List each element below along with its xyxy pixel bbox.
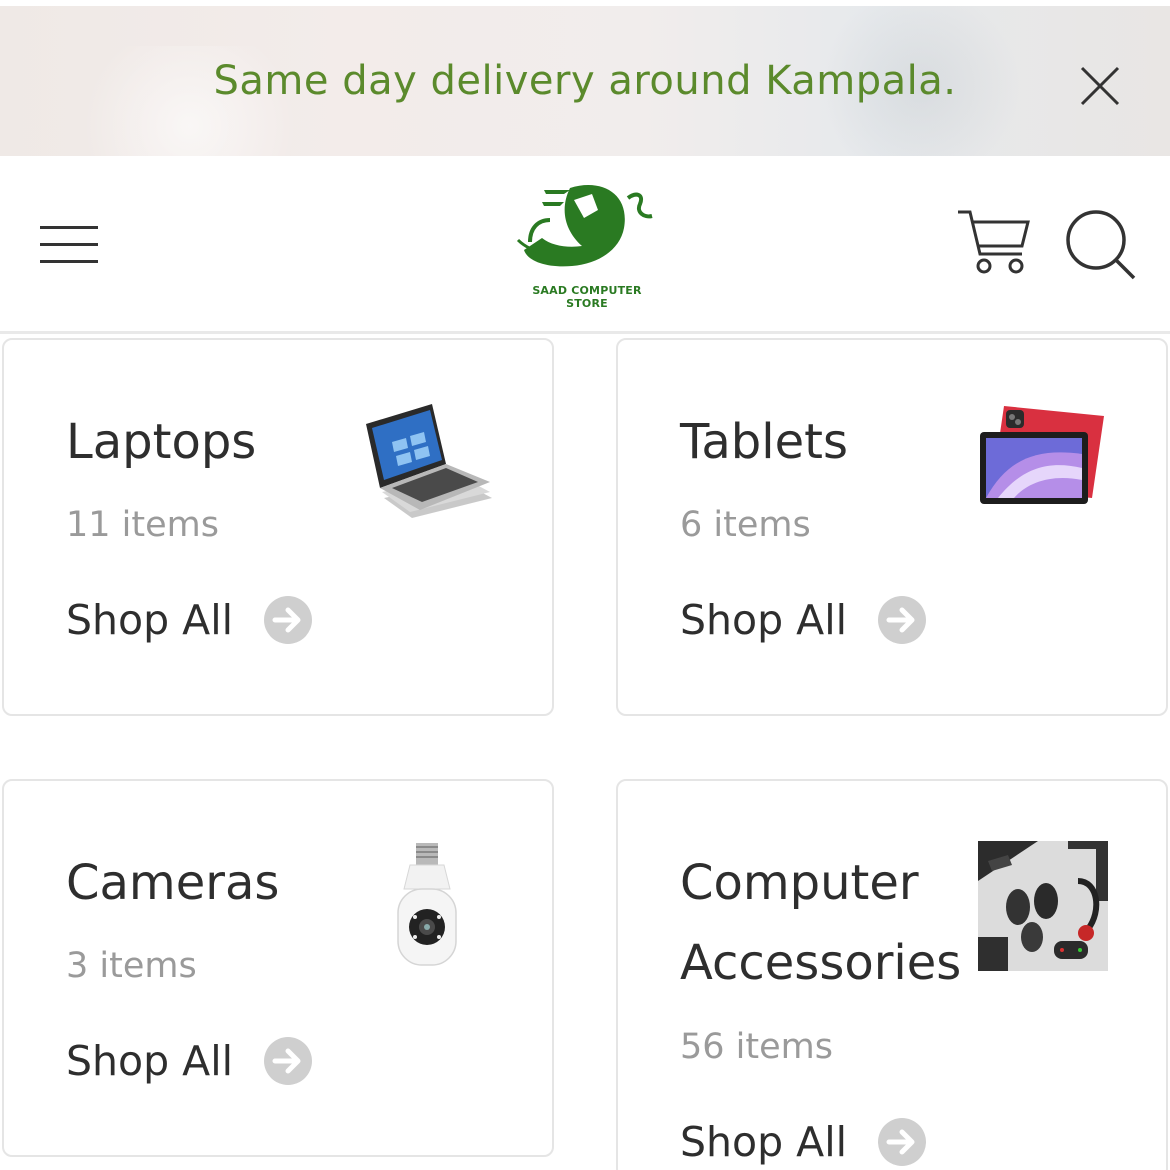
category-count: 3 items [66, 946, 197, 986]
shop-all-label: Shop All [680, 596, 847, 644]
shop-all-link[interactable]: Shop All [680, 1117, 927, 1167]
category-card-computer-accessories[interactable]: Computer Accessories 56 items Shop All [616, 779, 1168, 1170]
arrow-right-icon [877, 1118, 926, 1166]
shop-all-label: Shop All [680, 1118, 847, 1166]
logo-text: SAAD COMPUTER STORE [532, 284, 642, 310]
category-title: Cameras [66, 855, 280, 911]
category-title-line2: Accessories [680, 935, 962, 991]
menu-icon[interactable] [38, 222, 100, 268]
category-card-tablets[interactable]: Tablets 6 items Shop All [616, 338, 1168, 716]
shop-all-link[interactable]: Shop All [66, 1036, 313, 1086]
close-icon[interactable] [1078, 64, 1122, 108]
arrow-right-icon [877, 596, 926, 644]
accessories-image [978, 841, 1108, 971]
store-logo[interactable]: SAAD COMPUTER STORE [512, 180, 662, 310]
shop-all-label: Shop All [66, 596, 233, 644]
site-header: SAAD COMPUTER STORE [0, 156, 1170, 334]
camera-bulb-image [397, 843, 457, 966]
tablet-image [980, 406, 1104, 504]
announcement-text: Same day delivery around Kampala. [213, 58, 957, 104]
logo-mark-icon [516, 185, 653, 267]
search-icon[interactable] [1064, 208, 1138, 282]
category-count: 56 items [680, 1027, 833, 1067]
arrow-right-icon [263, 596, 312, 644]
category-title-line1: Computer [680, 855, 919, 911]
category-count: 6 items [680, 505, 811, 545]
category-count: 11 items [66, 505, 219, 545]
shop-all-link[interactable]: Shop All [66, 595, 313, 645]
laptop-image [366, 404, 492, 518]
category-card-laptops[interactable]: Laptops 11 items Shop All [2, 338, 554, 716]
shop-all-link[interactable]: Shop All [680, 595, 927, 645]
cart-icon[interactable] [956, 206, 1032, 278]
category-title: Tablets [680, 414, 848, 470]
category-card-cameras[interactable]: Cameras 3 items Shop All [2, 779, 554, 1157]
announcement-bar: Same day delivery around Kampala. [0, 6, 1170, 156]
shop-all-label: Shop All [66, 1037, 233, 1085]
category-title: Laptops [66, 414, 257, 470]
arrow-right-icon [263, 1037, 312, 1085]
